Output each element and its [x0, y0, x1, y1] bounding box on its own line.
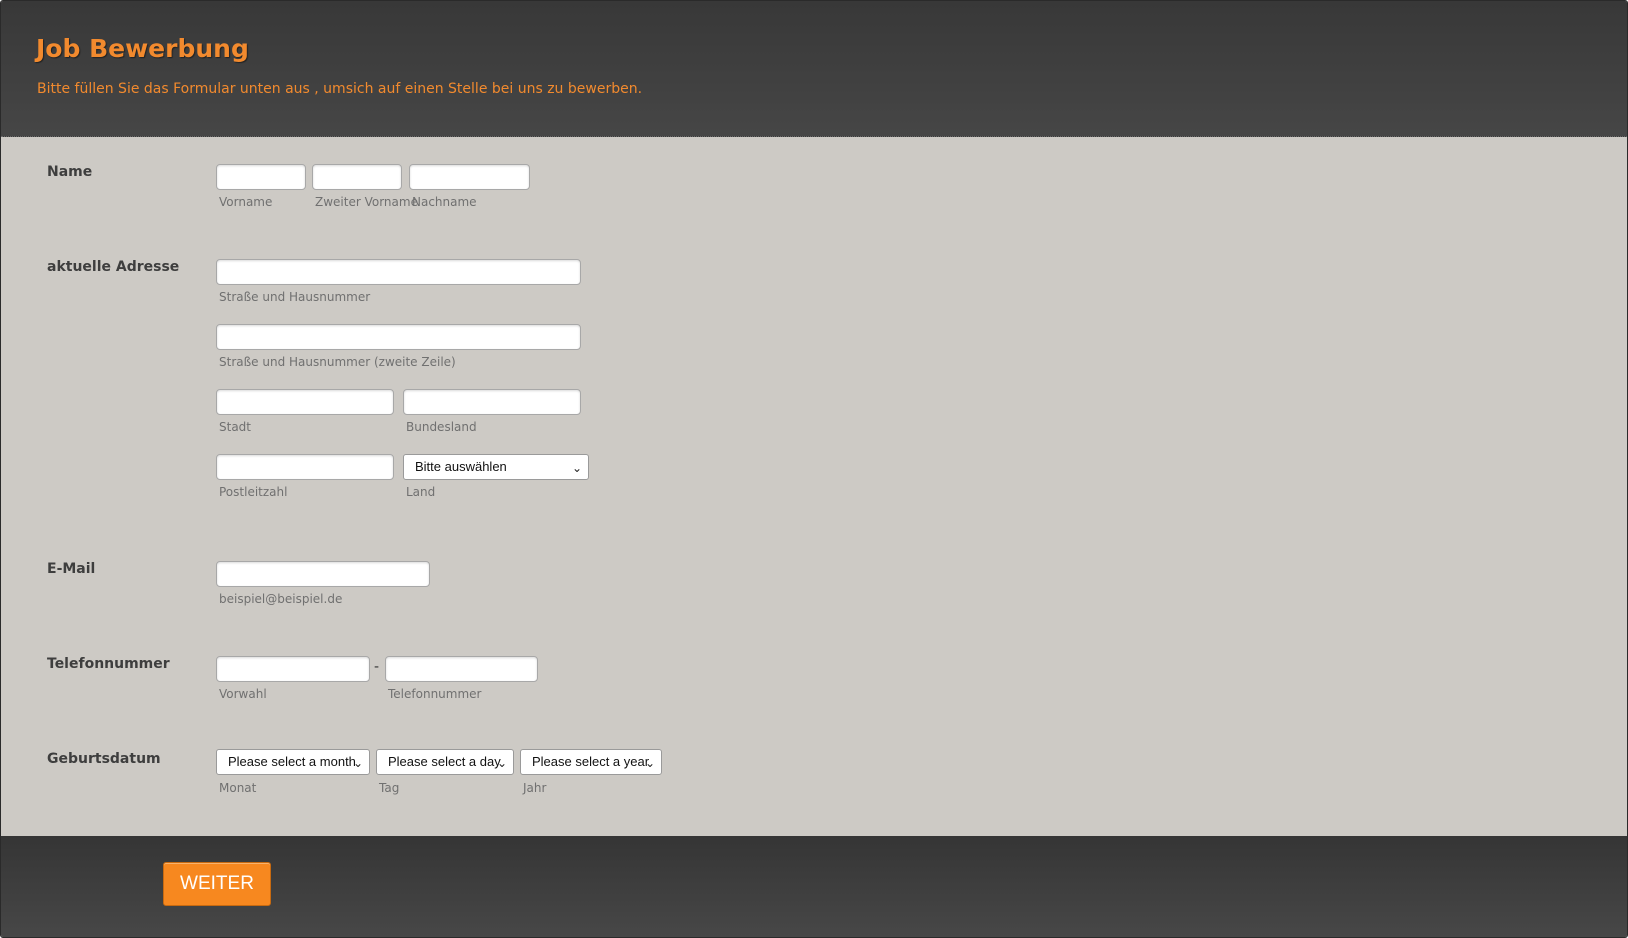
- name-label: Name: [47, 164, 93, 180]
- birth-day-value: Please select a day: [388, 754, 501, 769]
- phone-separator: -: [374, 659, 380, 675]
- form-body: Name Vorname Zweiter Vorname Nachname ak…: [1, 137, 1627, 836]
- birth-day-select[interactable]: Please select a day ⌄: [376, 749, 514, 775]
- form-title: Job Bewerbung: [36, 34, 249, 63]
- birth-day-sublabel: Tag: [379, 781, 400, 795]
- zip-input[interactable]: [216, 454, 394, 480]
- chevron-down-icon: ⌄: [644, 756, 655, 770]
- form-footer: WEITER: [1, 836, 1627, 937]
- first-name-sublabel: Vorname: [219, 195, 273, 209]
- state-input[interactable]: [403, 389, 581, 415]
- form-window: Job Bewerbung Bitte füllen Sie das Formu…: [0, 0, 1628, 938]
- street2-input[interactable]: [216, 324, 581, 350]
- state-sublabel: Bundesland: [406, 420, 477, 434]
- area-code-sublabel: Vorwahl: [219, 687, 267, 701]
- street2-sublabel: Straße und Hausnummer (zweite Zeile): [219, 355, 456, 369]
- middle-name-sublabel: Zweiter Vorname: [315, 195, 418, 209]
- form-header: Job Bewerbung Bitte füllen Sie das Formu…: [1, 1, 1627, 137]
- middle-name-input[interactable]: [312, 164, 402, 190]
- birthdate-label: Geburtsdatum: [47, 751, 161, 767]
- phone-label: Telefonnummer: [47, 656, 170, 672]
- birth-month-select[interactable]: Please select a month ⌄: [216, 749, 370, 775]
- last-name-sublabel: Nachname: [412, 195, 477, 209]
- birth-year-sublabel: Jahr: [523, 781, 547, 795]
- chevron-down-icon: ⌄: [571, 461, 582, 475]
- city-input[interactable]: [216, 389, 394, 415]
- phone-number-sublabel: Telefonnummer: [388, 687, 482, 701]
- country-select-value: Bitte auswählen: [415, 459, 507, 474]
- street1-sublabel: Straße und Hausnummer: [219, 290, 371, 304]
- chevron-down-icon: ⌄: [496, 756, 507, 770]
- zip-sublabel: Postleitzahl: [219, 485, 288, 499]
- street1-input[interactable]: [216, 259, 581, 285]
- chevron-down-icon: ⌄: [352, 756, 363, 770]
- area-code-input[interactable]: [216, 656, 370, 682]
- last-name-input[interactable]: [409, 164, 530, 190]
- birth-year-value: Please select a year: [532, 754, 650, 769]
- city-sublabel: Stadt: [219, 420, 251, 434]
- address-label: aktuelle Adresse: [47, 259, 180, 275]
- form-subtitle: Bitte füllen Sie das Formular unten aus …: [37, 81, 643, 97]
- country-sublabel: Land: [406, 485, 436, 499]
- email-input[interactable]: [216, 561, 430, 587]
- first-name-input[interactable]: [216, 164, 306, 190]
- email-label: E-Mail: [47, 561, 96, 577]
- phone-number-input[interactable]: [385, 656, 538, 682]
- next-button[interactable]: WEITER: [163, 862, 271, 906]
- email-sublabel: beispiel@beispiel.de: [219, 592, 343, 606]
- country-select[interactable]: Bitte auswählen ⌄: [403, 454, 589, 480]
- birth-month-value: Please select a month: [228, 754, 356, 769]
- birth-month-sublabel: Monat: [219, 781, 257, 795]
- birth-year-select[interactable]: Please select a year ⌄: [520, 749, 662, 775]
